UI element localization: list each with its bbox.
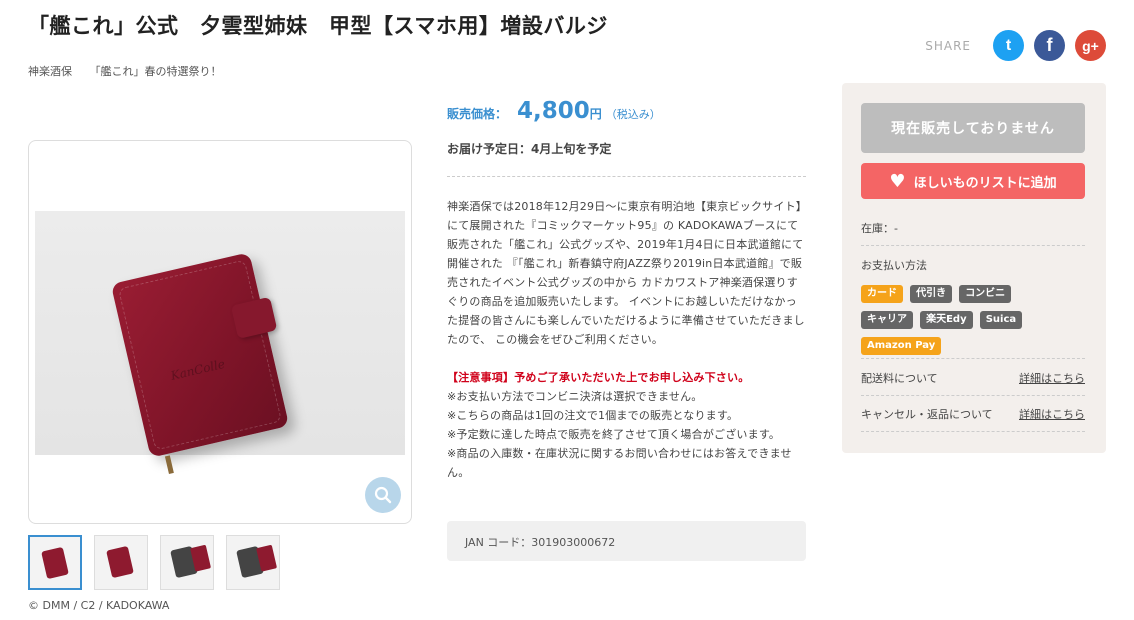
product-main-image[interactable]: KanColle xyxy=(28,140,412,524)
thumbnail-2[interactable] xyxy=(94,535,148,590)
thumbnail-image xyxy=(41,546,69,580)
product-description: 神楽酒保では2018年12月29日〜に東京有明泊地【東京ビックサイト】にて展開さ… xyxy=(447,197,806,482)
breadcrumb-item-campaign[interactable]: 「艦これ」春の特選祭り！ xyxy=(90,65,222,78)
price-row: 販売価格： 4,800 円 （税込み） xyxy=(447,98,661,124)
copyright: © DMM / C2 / KADOKAWA xyxy=(28,599,170,612)
zoom-button[interactable] xyxy=(365,477,401,513)
cancel-row: キャンセル・返品について 詳細はこちら xyxy=(861,406,1085,422)
thumbnail-1[interactable] xyxy=(28,535,82,590)
google-plus-icon[interactable]: g+ xyxy=(1075,30,1106,61)
thumbnail-3[interactable] xyxy=(160,535,214,590)
divider xyxy=(447,176,806,177)
magnifier-icon xyxy=(374,486,392,504)
thumbnail-4[interactable] xyxy=(226,535,280,590)
thumbnail-image xyxy=(106,545,134,579)
shipping-row: 配送料について 詳細はこちら xyxy=(861,370,1085,386)
facebook-icon[interactable]: f xyxy=(1034,30,1065,61)
wishlist-button[interactable]: ♥ ほしいものリストに追加 xyxy=(861,163,1085,199)
breadcrumb: 神楽酒保 「艦これ」春の特選祭り！ xyxy=(28,63,236,79)
case-charm xyxy=(164,455,174,475)
jan-code: JAN コード：301903000672 xyxy=(447,521,806,561)
description-text: 神楽酒保では2018年12月29日〜に東京有明泊地【東京ビックサイト】にて展開さ… xyxy=(447,200,805,346)
breadcrumb-item-shop[interactable]: 神楽酒保 xyxy=(28,65,72,78)
case-stitching xyxy=(117,259,283,451)
notice-item: ※お支払い方法でコンビニ決済は選択できません。 xyxy=(447,390,703,403)
tax-note: （税込み） xyxy=(605,108,661,121)
payment-title: お支払い方法 xyxy=(861,259,927,272)
purchase-sidebar: 現在販売しておりません ♥ ほしいものリストに追加 在庫：- お支払い方法 カー… xyxy=(842,83,1106,453)
payment-badge-edy: 楽天Edy xyxy=(920,311,973,329)
payment-badge-convenience: コンビニ xyxy=(959,285,1012,303)
thumbnail-image xyxy=(236,545,264,579)
payment-badge-cod: 代引き xyxy=(910,285,953,303)
divider xyxy=(861,245,1085,246)
payment-badge-card: カード xyxy=(861,285,903,303)
wishlist-label: ほしいものリストに追加 xyxy=(913,175,1057,191)
payment-badge-suica: Suica xyxy=(979,311,1023,329)
stock-status: 在庫：- xyxy=(861,222,898,235)
divider xyxy=(861,395,1085,396)
twitter-icon[interactable]: t xyxy=(993,30,1024,61)
cancel-label: キャンセル・返品について xyxy=(861,408,993,421)
thumbnail-strip xyxy=(28,535,292,590)
payment-badge-carrier: キャリア xyxy=(861,311,913,329)
payment-badges: カード 代引き コンビニ キャリア 楽天Edy Suica Amazon Pay xyxy=(861,281,1091,359)
divider xyxy=(861,431,1085,432)
shipping-details-link[interactable]: 詳細はこちら xyxy=(1019,370,1085,386)
delivery-date: お届け予定日：4月上旬を予定 xyxy=(447,142,612,156)
page-title: 「艦これ」公式 夕雲型姉妹 甲型【スマホ用】増設バルジ xyxy=(28,14,608,38)
heart-icon: ♥ xyxy=(889,170,906,192)
shipping-label: 配送料について xyxy=(861,372,938,385)
divider xyxy=(861,358,1085,359)
share-bar: SHARE t f g+ xyxy=(925,30,1106,61)
price-unit: 円 xyxy=(589,107,602,121)
payment-badge-amazonpay: Amazon Pay xyxy=(861,337,942,355)
share-label: SHARE xyxy=(925,38,971,53)
sold-out-button[interactable]: 現在販売しておりません xyxy=(861,103,1085,153)
price-label: 販売価格： xyxy=(447,107,508,121)
thumbnail-image xyxy=(170,545,198,579)
price-value: 4,800 xyxy=(517,98,590,124)
cancel-details-link[interactable]: 詳細はこちら xyxy=(1019,406,1085,422)
notice-item: ※こちらの商品は1回の注文で1個までの販売となります。 xyxy=(447,409,739,422)
notice-title: 【注意事項】予めご了承いただいた上でお申し込み下さい。 xyxy=(447,371,750,384)
notice-item: ※予定数に達した時点で販売を終了させて頂く場合がございます。 xyxy=(447,428,781,441)
notice-item: ※商品の入庫数・在庫状況に関するお問い合わせにはお答えできません。 xyxy=(447,447,792,479)
